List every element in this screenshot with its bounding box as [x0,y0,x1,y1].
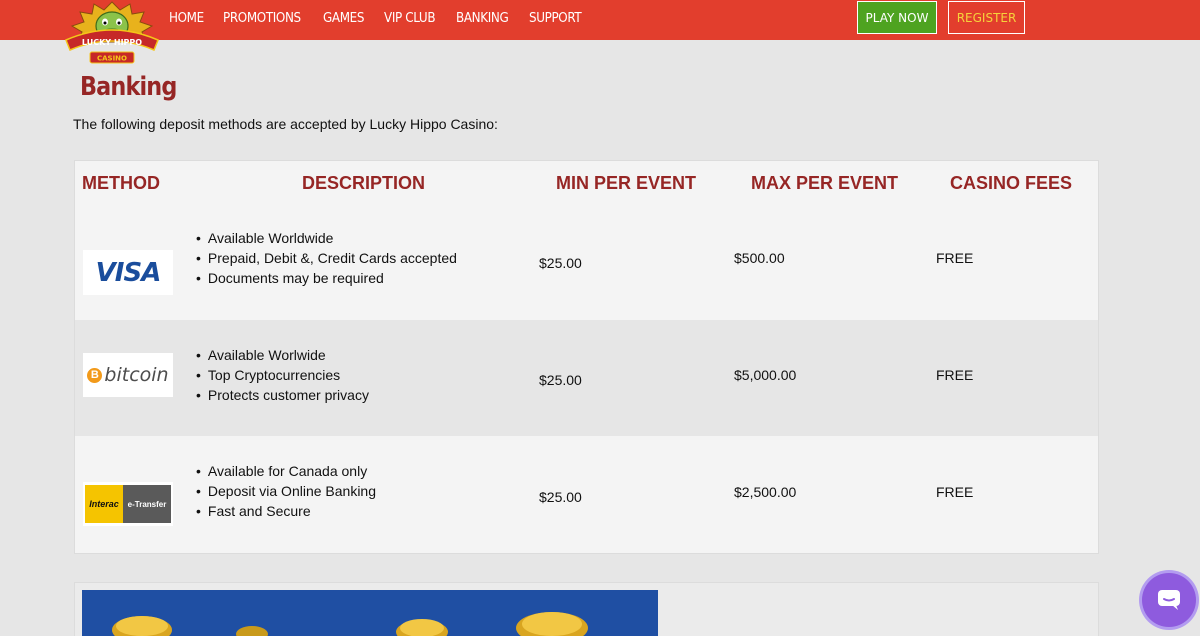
nav-home[interactable]: HOME [169,11,204,26]
max-per-event: $5,000.00 [734,367,797,383]
chat-icon [1158,590,1180,610]
logo-text-bottom: CASINO [97,55,127,63]
description-list: Available Worldwide Prepaid, Debit &, Cr… [197,228,457,288]
page-title: Banking [80,72,177,102]
interac-wordmark: Interac [85,485,123,523]
list-item: Documents may be required [197,268,457,288]
nav-promotions[interactable]: PROMOTIONS [223,11,301,26]
nav-vip-club[interactable]: VIP CLUB [384,11,436,26]
table-row: B bitcoin Available Worlwide Top Cryptoc… [75,320,1098,436]
visa-logo-text: VISA [95,257,162,288]
min-per-event: $25.00 [539,489,582,505]
list-item: Available for Canada only [197,461,376,481]
max-per-event: $2,500.00 [734,484,797,500]
table-header: METHOD DESCRIPTION MIN PER EVENT MAX PER… [75,161,1098,205]
list-item: Available Worldwide [197,228,457,248]
list-item: Prepaid, Debit &, Credit Cards accepted [197,248,457,268]
play-now-button[interactable]: PLAY NOW [857,1,937,34]
min-per-event: $25.00 [539,255,582,271]
bitcoin-icon: B [87,367,103,383]
promo-banner-image[interactable] [82,590,658,636]
casino-fees: FREE [936,250,974,266]
nav-games[interactable]: GAMES [323,11,364,26]
casino-fees: FREE [936,484,974,500]
bitcoin-logo: B bitcoin [83,353,173,397]
min-per-event: $25.00 [539,372,582,388]
nav-support[interactable]: SUPPORT [529,11,582,26]
interac-etransfer-text: e-Transfer [123,485,171,523]
list-item: Fast and Secure [197,501,376,521]
register-button[interactable]: REGISTER [948,1,1025,34]
nav-banking[interactable]: BANKING [456,11,509,26]
deposit-methods-table: METHOD DESCRIPTION MIN PER EVENT MAX PER… [74,160,1099,554]
visa-logo: VISA [83,250,173,295]
lucky-hippo-logo[interactable]: LUCKY HIPPO CASINO [60,0,164,66]
interac-logo-graphic: Interac e-Transfer [85,485,171,523]
max-per-event: $500.00 [734,250,785,266]
interac-logo: Interac e-Transfer [83,482,173,526]
chat-button[interactable] [1142,573,1196,627]
header-max-per-event: MAX PER EVENT [751,173,899,193]
list-item: Deposit via Online Banking [197,481,376,501]
header-method: METHOD [82,173,160,193]
description-list: Available for Canada only Deposit via On… [197,461,376,521]
header-casino-fees: CASINO FEES [950,173,1073,193]
description-list: Available Worlwide Top Cryptocurrencies … [197,345,369,405]
table-row: Interac e-Transfer Available for Canada … [75,437,1098,553]
header-min-per-event: MIN PER EVENT [556,173,697,193]
bitcoin-logo-text: bitcoin [104,364,169,386]
list-item: Top Cryptocurrencies [197,365,369,385]
main-nav: HOME PROMOTIONS GAMES VIP CLUB BANKING S… [169,0,585,36]
header-description: DESCRIPTION [302,173,426,193]
intro-text: The following deposit methods are accept… [73,116,498,132]
table-row: VISA Available Worldwide Prepaid, Debit … [75,204,1098,320]
list-item: Available Worlwide [197,345,369,365]
list-item: Protects customer privacy [197,385,369,405]
casino-fees: FREE [936,367,974,383]
logo-text-top: LUCKY HIPPO [82,38,142,47]
